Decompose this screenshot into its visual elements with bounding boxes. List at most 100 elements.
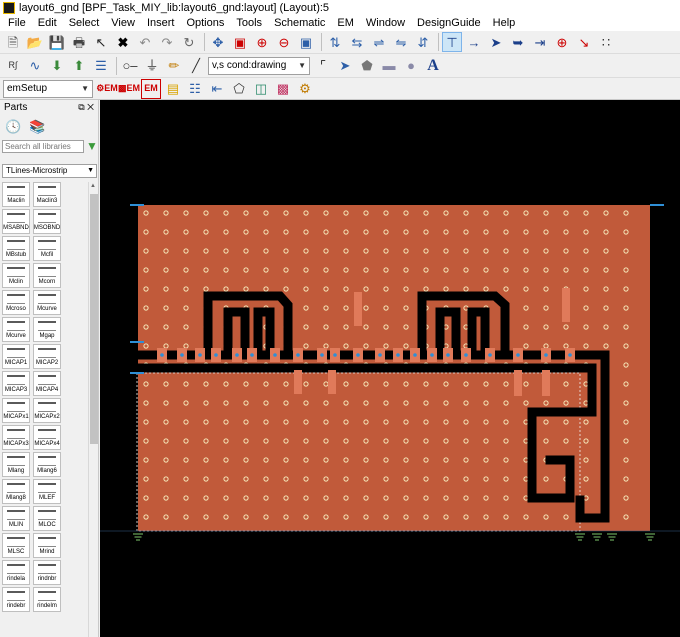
menu-insert[interactable]: Insert bbox=[141, 16, 181, 31]
component-mlang6[interactable]: Mlang6 bbox=[33, 452, 61, 477]
open-icon[interactable]: 📂 bbox=[25, 32, 45, 52]
scrollbar-thumb[interactable] bbox=[90, 194, 98, 444]
print-icon[interactable]: 🖶 bbox=[69, 32, 89, 52]
menu-view[interactable]: View bbox=[105, 16, 141, 31]
component-icon[interactable]: ☷ bbox=[185, 79, 205, 99]
em-view-icon[interactable]: ▩EM bbox=[118, 79, 140, 99]
em-setup-select[interactable]: emSetup ▼ bbox=[3, 79, 93, 98]
float-icon[interactable]: ⧉ bbox=[78, 102, 84, 112]
component-micapx1[interactable]: MICAPx1 bbox=[2, 398, 30, 423]
history-icon[interactable]: 🕓 bbox=[5, 119, 21, 135]
pencil-icon[interactable]: ✏ bbox=[164, 56, 184, 76]
port-icon[interactable]: ○– bbox=[120, 56, 140, 76]
component-mloc[interactable]: MLOC bbox=[33, 506, 61, 531]
component-mrind[interactable]: Mrind bbox=[33, 533, 61, 558]
snap-intersect-icon[interactable]: ↘ bbox=[574, 32, 594, 52]
library-icon[interactable]: 📚 bbox=[29, 119, 45, 135]
ground-icon[interactable]: ⏚ bbox=[142, 56, 162, 76]
rectangle-icon[interactable]: ▬ bbox=[379, 56, 399, 76]
delete-icon[interactable]: ✖ bbox=[113, 32, 133, 52]
component-mcroso[interactable]: Mcroso bbox=[2, 290, 30, 315]
menu-options[interactable]: Options bbox=[180, 16, 230, 31]
layer-select[interactable]: v,s cond:drawing ▼ bbox=[208, 56, 310, 75]
path-icon[interactable]: ⌜ bbox=[313, 56, 333, 76]
snap-pin-icon[interactable]: → bbox=[464, 32, 484, 52]
save-icon[interactable]: 💾 bbox=[47, 32, 67, 52]
preview-3d-icon[interactable]: ◫ bbox=[251, 79, 271, 99]
polygon-icon[interactable]: ⬟ bbox=[357, 56, 377, 76]
zoom-out-icon[interactable]: ⊖ bbox=[274, 32, 294, 52]
component-rindnbr[interactable]: rindnbr bbox=[33, 560, 61, 585]
library-select[interactable]: TLines-Microstrip ▼ bbox=[2, 164, 97, 178]
zoom-fit-icon[interactable]: ▣ bbox=[296, 32, 316, 52]
em-setup-icon[interactable]: EM bbox=[141, 78, 161, 99]
wire-icon[interactable]: ╱ bbox=[186, 56, 206, 76]
component-maclin[interactable]: Maclin bbox=[2, 182, 30, 207]
zoom-in-icon[interactable]: ⊕ bbox=[252, 32, 272, 52]
component-rindela[interactable]: rindela bbox=[2, 560, 30, 585]
color-map-icon[interactable]: ▩ bbox=[273, 79, 293, 99]
scroll-up-icon[interactable]: ▲ bbox=[90, 183, 96, 189]
menu-tools[interactable]: Tools bbox=[230, 16, 268, 31]
flip-icon[interactable]: ⇋ bbox=[391, 32, 411, 52]
new-icon[interactable]: 🗎 bbox=[3, 32, 23, 52]
component-mcurve[interactable]: Mcurve bbox=[33, 290, 61, 315]
settings-icon[interactable]: ⚙ bbox=[295, 79, 315, 99]
em-simulate-icon[interactable]: ⚙EM bbox=[96, 79, 118, 99]
component-maclin3[interactable]: Maclin3 bbox=[33, 182, 61, 207]
component-mlang[interactable]: Mlang bbox=[2, 452, 30, 477]
snap-icon[interactable]: ⊤ bbox=[442, 32, 462, 52]
filter-icon[interactable]: ▼ bbox=[86, 139, 98, 153]
menu-em[interactable]: EM bbox=[331, 16, 360, 31]
component-msobnd[interactable]: MSOBND bbox=[33, 209, 61, 234]
menu-window[interactable]: Window bbox=[360, 16, 411, 31]
menu-select[interactable]: Select bbox=[63, 16, 106, 31]
menu-help[interactable]: Help bbox=[487, 16, 522, 31]
menu-edit[interactable]: Edit bbox=[32, 16, 63, 31]
distribute-icon[interactable]: ⇵ bbox=[413, 32, 433, 52]
component-mcorn[interactable]: Mcorn bbox=[33, 263, 61, 288]
component-mclin[interactable]: Mclin bbox=[2, 263, 30, 288]
pop-up-icon[interactable]: ⬆ bbox=[69, 56, 89, 76]
component-micap1[interactable]: MICAP1 bbox=[2, 344, 30, 369]
snap-edge-icon[interactable]: ➥ bbox=[508, 32, 528, 52]
palette-scrollbar[interactable]: ▲ bbox=[88, 182, 98, 637]
component-mlef[interactable]: MLEF bbox=[33, 479, 61, 504]
grid-snap-icon[interactable]: ∷ bbox=[596, 32, 616, 52]
component-micap2[interactable]: MICAP2 bbox=[33, 344, 61, 369]
mirror-icon[interactable]: ⇌ bbox=[369, 32, 389, 52]
stack-icon[interactable]: ☰ bbox=[91, 56, 111, 76]
menu-schematic[interactable]: Schematic bbox=[268, 16, 331, 31]
component-micapx3[interactable]: MICAPx3 bbox=[2, 425, 30, 450]
box-3d-icon[interactable]: ⬠ bbox=[229, 79, 249, 99]
parameter-icon[interactable]: R∫ bbox=[3, 56, 23, 76]
redo-icon[interactable]: ↷ bbox=[157, 32, 177, 52]
snap-vertex-icon[interactable]: ➤ bbox=[486, 32, 506, 52]
component-mcfil[interactable]: Mcfil bbox=[33, 236, 61, 261]
undo-icon[interactable]: ↶ bbox=[135, 32, 155, 52]
port-editor-icon[interactable]: ⇤ bbox=[207, 79, 227, 99]
tune-icon[interactable]: ∿ bbox=[25, 56, 45, 76]
snap-center-icon[interactable]: ⊕ bbox=[552, 32, 572, 52]
component-mgap[interactable]: Mgap bbox=[33, 317, 61, 342]
component-mbstub[interactable]: MBstub bbox=[2, 236, 30, 261]
select-arrow-icon[interactable]: ↖ bbox=[91, 32, 111, 52]
component-mcurve[interactable]: Mcurve bbox=[2, 317, 30, 342]
component-micap3[interactable]: MICAP3 bbox=[2, 371, 30, 396]
search-input[interactable]: Search all libraries bbox=[2, 140, 84, 153]
push-down-icon[interactable]: ⬇ bbox=[47, 56, 67, 76]
align-icon[interactable]: ⇅ bbox=[325, 32, 345, 52]
component-rindebr[interactable]: rindebr bbox=[2, 587, 30, 612]
component-micapx2[interactable]: MICAPx2 bbox=[33, 398, 61, 423]
component-micap4[interactable]: MICAP4 bbox=[33, 371, 61, 396]
component-mlin[interactable]: MLIN bbox=[2, 506, 30, 531]
text-icon[interactable]: A bbox=[423, 56, 443, 76]
align-center-icon[interactable]: ⇆ bbox=[347, 32, 367, 52]
circle-icon[interactable]: ● bbox=[401, 56, 421, 76]
component-micapx4[interactable]: MICAPx4 bbox=[33, 425, 61, 450]
layout-canvas[interactable] bbox=[100, 100, 680, 637]
menu-file[interactable]: File bbox=[2, 16, 32, 31]
move-icon[interactable]: ✥ bbox=[208, 32, 228, 52]
close-icon[interactable]: ✕ bbox=[87, 102, 94, 112]
component-mlang8[interactable]: Mlang8 bbox=[2, 479, 30, 504]
